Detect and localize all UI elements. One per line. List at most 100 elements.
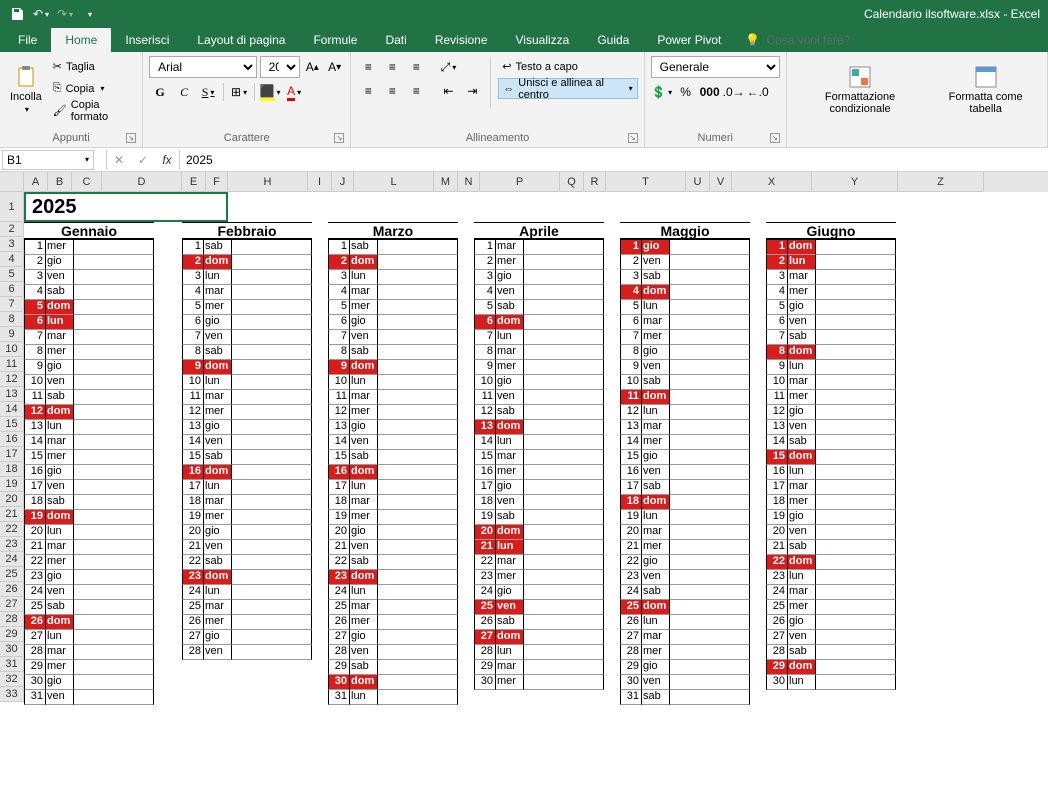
day-row[interactable]: 24lun — [182, 585, 312, 600]
day-row[interactable]: 16dom — [182, 465, 312, 480]
day-extra[interactable] — [524, 675, 604, 690]
day-extra[interactable] — [670, 465, 750, 480]
day-extra[interactable] — [74, 435, 154, 450]
day-extra[interactable] — [74, 480, 154, 495]
day-row[interactable]: 21ven — [328, 540, 458, 555]
day-extra[interactable] — [816, 525, 896, 540]
day-extra[interactable] — [232, 405, 312, 420]
undo-icon[interactable]: ↶▾ — [30, 3, 52, 25]
day-extra[interactable] — [232, 630, 312, 645]
day-extra[interactable] — [378, 510, 458, 525]
font-color-button[interactable]: A▾ — [283, 81, 305, 103]
day-row[interactable]: 15dom — [766, 450, 896, 465]
col-header-N[interactable]: N — [458, 172, 480, 192]
day-extra[interactable] — [378, 420, 458, 435]
day-row[interactable]: 2gio — [24, 255, 154, 270]
day-extra[interactable] — [816, 360, 896, 375]
day-row[interactable]: 17mar — [766, 480, 896, 495]
day-extra[interactable] — [232, 645, 312, 660]
day-row[interactable]: 22sab — [328, 555, 458, 570]
day-row[interactable]: 16ven — [620, 465, 750, 480]
day-extra[interactable] — [232, 480, 312, 495]
day-row[interactable]: 1gio — [620, 240, 750, 255]
day-extra[interactable] — [670, 330, 750, 345]
day-extra[interactable] — [524, 255, 604, 270]
day-row[interactable]: 4mer — [766, 285, 896, 300]
day-extra[interactable] — [816, 585, 896, 600]
tab-file[interactable]: File — [4, 28, 51, 52]
day-row[interactable]: 1mer — [24, 240, 154, 255]
row-header-10[interactable]: 10 — [0, 342, 24, 357]
day-extra[interactable] — [816, 510, 896, 525]
day-extra[interactable] — [670, 525, 750, 540]
day-extra[interactable] — [232, 330, 312, 345]
day-row[interactable]: 13gio — [182, 420, 312, 435]
tab-data[interactable]: Dati — [371, 28, 420, 52]
day-row[interactable]: 30gio — [24, 675, 154, 690]
col-header-C[interactable]: C — [72, 172, 102, 192]
day-row[interactable]: 28mer — [620, 645, 750, 660]
day-row[interactable]: 14mar — [24, 435, 154, 450]
row-header-28[interactable]: 28 — [0, 612, 24, 627]
day-extra[interactable] — [816, 420, 896, 435]
borders-button[interactable]: ⊞▾ — [228, 81, 250, 103]
day-row[interactable]: 30ven — [620, 675, 750, 690]
day-row[interactable]: 27dom — [474, 630, 604, 645]
day-extra[interactable] — [524, 375, 604, 390]
day-extra[interactable] — [74, 420, 154, 435]
day-row[interactable]: 19dom — [24, 510, 154, 525]
day-extra[interactable] — [232, 285, 312, 300]
day-extra[interactable] — [378, 660, 458, 675]
align-middle-button[interactable]: ≡ — [381, 56, 403, 78]
day-row[interactable]: 3sab — [620, 270, 750, 285]
day-extra[interactable] — [524, 285, 604, 300]
day-extra[interactable] — [378, 405, 458, 420]
day-row[interactable]: 8sab — [328, 345, 458, 360]
day-row[interactable]: 23ven — [620, 570, 750, 585]
day-extra[interactable] — [670, 270, 750, 285]
day-extra[interactable] — [74, 510, 154, 525]
day-row[interactable]: 24ven — [24, 585, 154, 600]
day-extra[interactable] — [232, 450, 312, 465]
day-row[interactable]: 25sab — [24, 600, 154, 615]
day-row[interactable]: 11dom — [620, 390, 750, 405]
day-extra[interactable] — [816, 630, 896, 645]
day-extra[interactable] — [816, 660, 896, 675]
day-row[interactable]: 15sab — [182, 450, 312, 465]
day-row[interactable]: 29mer — [24, 660, 154, 675]
day-extra[interactable] — [670, 390, 750, 405]
day-extra[interactable] — [670, 585, 750, 600]
day-extra[interactable] — [74, 675, 154, 690]
day-extra[interactable] — [232, 375, 312, 390]
day-row[interactable]: 24sab — [620, 585, 750, 600]
day-extra[interactable] — [670, 645, 750, 660]
day-extra[interactable] — [232, 300, 312, 315]
day-row[interactable]: 15gio — [620, 450, 750, 465]
day-extra[interactable] — [232, 435, 312, 450]
row-header-1[interactable]: 1 — [0, 192, 24, 222]
col-header-M[interactable]: M — [434, 172, 458, 192]
day-extra[interactable] — [524, 360, 604, 375]
day-extra[interactable] — [524, 420, 604, 435]
day-row[interactable]: 3lun — [328, 270, 458, 285]
day-row[interactable]: 14mer — [620, 435, 750, 450]
row-header-26[interactable]: 26 — [0, 582, 24, 597]
day-row[interactable]: 8gio — [620, 345, 750, 360]
day-extra[interactable] — [670, 600, 750, 615]
day-extra[interactable] — [670, 570, 750, 585]
day-row[interactable]: 5sab — [474, 300, 604, 315]
day-row[interactable]: 2mer — [474, 255, 604, 270]
row-header-14[interactable]: 14 — [0, 402, 24, 417]
day-extra[interactable] — [74, 645, 154, 660]
decrease-indent-button[interactable]: ⇤ — [437, 80, 459, 102]
day-extra[interactable] — [816, 465, 896, 480]
day-row[interactable]: 25ven — [474, 600, 604, 615]
day-extra[interactable] — [816, 645, 896, 660]
day-extra[interactable] — [232, 585, 312, 600]
day-row[interactable]: 24lun — [328, 585, 458, 600]
day-row[interactable]: 20lun — [24, 525, 154, 540]
day-row[interactable]: 13mar — [620, 420, 750, 435]
day-row[interactable]: 19mer — [182, 510, 312, 525]
row-header-13[interactable]: 13 — [0, 387, 24, 402]
italic-button[interactable]: C — [173, 81, 195, 103]
